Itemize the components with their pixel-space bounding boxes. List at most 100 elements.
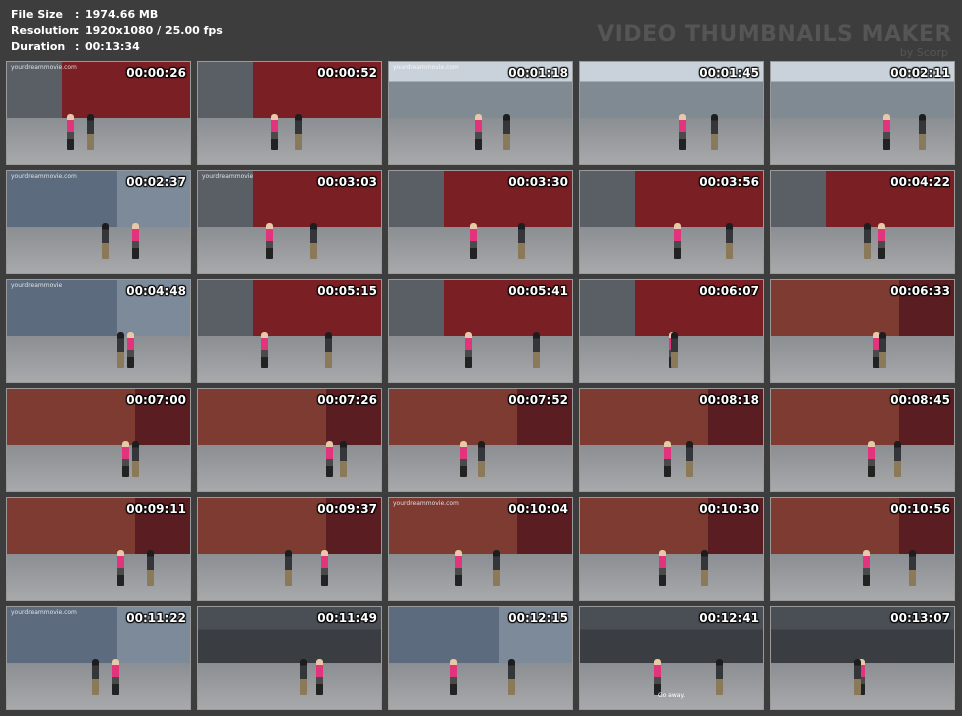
thumbnail: Go away. 00:12:41 (579, 606, 764, 710)
figure-woman (863, 550, 870, 586)
thumbnail-ground (389, 554, 572, 600)
thumbnail-ground (580, 227, 763, 273)
figure-woman (659, 550, 666, 586)
figure-man (325, 332, 332, 368)
thumbnail: 00:12:15 (388, 606, 573, 710)
figure-man (132, 441, 139, 477)
thumbnail: 00:05:15 (197, 279, 382, 383)
figure-woman (868, 441, 875, 477)
figure-man (686, 441, 693, 477)
thumbnail-watermark: yourdreammovie (202, 173, 254, 180)
thumbnail-timestamp: 00:06:07 (699, 284, 759, 298)
figure-woman (271, 114, 278, 150)
thumbnail-ground (7, 227, 190, 273)
thumbnail: 00:07:26 (197, 388, 382, 492)
thumbnail: 00:01:45 (579, 61, 764, 165)
thumbnail-watermark: yourdreammovie.com (11, 64, 77, 71)
thumbnail-ground (771, 445, 954, 491)
figure-man (854, 659, 861, 695)
thumbnail-timestamp: 00:00:26 (126, 66, 186, 80)
thumbnail: yourdreammovie.com 00:01:18 (388, 61, 573, 165)
figure-woman (654, 659, 661, 695)
thumbnail-ground (771, 227, 954, 273)
figure-man (508, 659, 515, 695)
info-header: File Size : 1974.66 MB Resolution : 1920… (0, 0, 962, 60)
thumbnail-ground (7, 445, 190, 491)
file-size-label: File Size (11, 8, 63, 21)
thumbnail-timestamp: 00:11:22 (126, 611, 186, 625)
thumbnail-watermark: yourdreammovie.com (393, 64, 459, 71)
thumbnail-timestamp: 00:04:22 (890, 175, 950, 189)
thumbnail-watermark: yourdreammovie.com (11, 173, 77, 180)
thumbnail: 00:07:52 (388, 388, 573, 492)
thumbnail-ground (7, 554, 190, 600)
thumbnail: 00:10:30 (579, 497, 764, 601)
thumbnail-ground (198, 663, 381, 709)
duration-colon: : (75, 40, 80, 53)
figure-woman (475, 114, 482, 150)
thumbnail-timestamp: 00:08:45 (890, 393, 950, 407)
thumbnail-ground (198, 227, 381, 273)
thumbnail-timestamp: 00:01:45 (699, 66, 759, 80)
figure-man (726, 223, 733, 259)
thumbnail: yourdreammovie.com 00:00:26 (6, 61, 191, 165)
thumbnail-ground (198, 445, 381, 491)
figure-woman (127, 332, 134, 368)
thumbnail-timestamp: 00:09:37 (317, 502, 377, 516)
resolution-value: 1920x1080 / 25.00 fps (85, 24, 223, 37)
thumbnail: yourdreammovie 00:03:03 (197, 170, 382, 274)
figure-man (518, 223, 525, 259)
figure-man (503, 114, 510, 150)
figure-man (340, 441, 347, 477)
figure-woman (470, 223, 477, 259)
thumbnail-timestamp: 00:13:07 (890, 611, 950, 625)
thumbnail: 00:08:18 (579, 388, 764, 492)
figure-woman (326, 441, 333, 477)
thumbnail-watermark: yourdreammovie.com (393, 500, 459, 507)
figure-man (300, 659, 307, 695)
figure-woman (460, 441, 467, 477)
thumbnail: yourdreammovie.com 00:11:22 (6, 606, 191, 710)
figure-man (716, 659, 723, 695)
figure-man (117, 332, 124, 368)
thumbnail-timestamp: 00:05:15 (317, 284, 377, 298)
figure-woman (465, 332, 472, 368)
figure-man (87, 114, 94, 150)
thumbnail-timestamp: 00:12:41 (699, 611, 759, 625)
figure-woman (878, 223, 885, 259)
thumbnail-ground (389, 227, 572, 273)
figure-woman (67, 114, 74, 150)
figure-man (478, 441, 485, 477)
thumbnail-timestamp: 00:07:00 (126, 393, 186, 407)
figure-woman (679, 114, 686, 150)
thumbnail-timestamp: 00:00:52 (317, 66, 377, 80)
figure-man (879, 332, 886, 368)
figure-man (711, 114, 718, 150)
thumbnail: 00:03:56 (579, 170, 764, 274)
figure-woman (316, 659, 323, 695)
thumbnail-timestamp: 00:02:11 (890, 66, 950, 80)
figure-man (864, 223, 871, 259)
figure-woman (117, 550, 124, 586)
figure-man (147, 550, 154, 586)
thumbnail-timestamp: 00:10:04 (508, 502, 568, 516)
figure-woman (674, 223, 681, 259)
thumbnail-ground (580, 118, 763, 164)
figure-woman (261, 332, 268, 368)
thumbnail-ground (198, 118, 381, 164)
thumbnail-ground (771, 336, 954, 382)
thumbnail: 00:13:07 (770, 606, 955, 710)
figure-woman (266, 223, 273, 259)
thumbnail-timestamp: 00:01:18 (508, 66, 568, 80)
figure-woman (883, 114, 890, 150)
file-size-colon: : (75, 8, 80, 21)
resolution-colon: : (75, 24, 80, 37)
figure-man (285, 550, 292, 586)
thumbnail-grid: yourdreammovie.com 00:00:26 00:00:52 yourdr… (6, 61, 955, 710)
figure-woman (450, 659, 457, 695)
thumbnail-timestamp: 00:06:33 (890, 284, 950, 298)
thumbnail-timestamp: 00:03:56 (699, 175, 759, 189)
thumbnail-timestamp: 00:04:48 (126, 284, 186, 298)
thumbnail-watermark: yourdreammovie (11, 282, 63, 289)
thumbnail: yourdreammovie 00:04:48 (6, 279, 191, 383)
